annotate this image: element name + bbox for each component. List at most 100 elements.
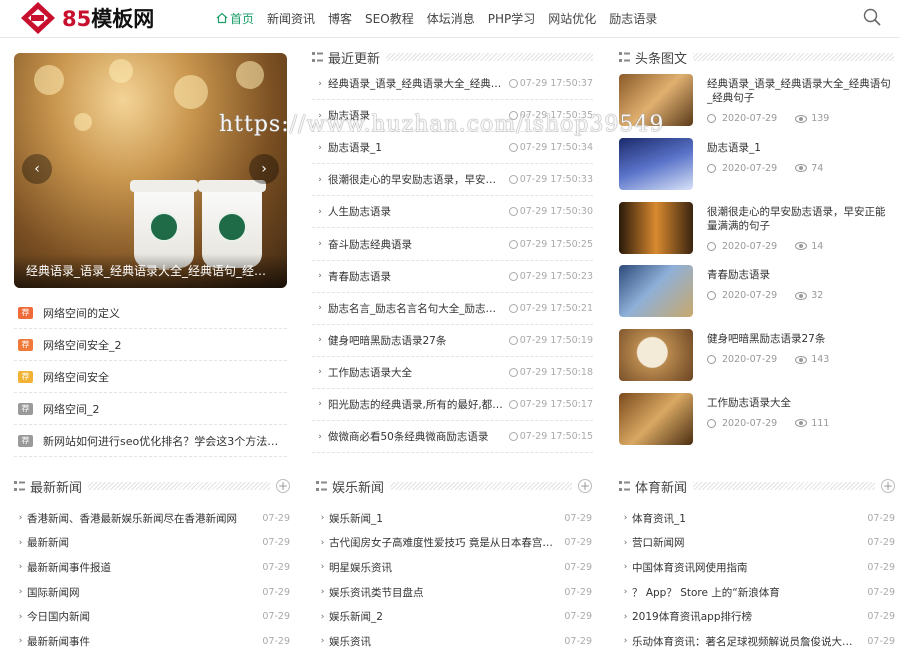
headline-list-item[interactable]: 工作励志语录大全 2020-07-29 111	[619, 392, 894, 457]
news-list-item[interactable]: › 最新新闻 07-29	[14, 531, 290, 556]
latest-list-item[interactable]: › 做微商必看50条经典微商励志语录 07-29 17:50:15	[312, 421, 593, 454]
latest-item-title[interactable]: 做微商必看50条经典微商励志语录	[328, 429, 503, 444]
news-item-title[interactable]: 娱乐新闻_1	[329, 511, 558, 526]
tag-list-item[interactable]: 荐网络空间安全_2	[14, 329, 287, 361]
featured-slider[interactable]: ‹ › 经典语录_语录_经典语录大全_经典语句_经典句子	[14, 53, 287, 288]
latest-list-item[interactable]: › 励志语录 07-29 17:50:35	[312, 100, 593, 133]
article-thumbnail[interactable]	[619, 329, 693, 382]
news-list-item[interactable]: › 今日国内新闻 07-29	[14, 604, 290, 629]
slider-next-button[interactable]: ›	[249, 154, 279, 184]
news-list-item[interactable]: › 营口新闻网 07-29	[619, 531, 895, 556]
more-plus-icon[interactable]: +	[276, 479, 290, 493]
news-list-item[interactable]: › 明星娱乐资讯 07-29	[316, 555, 592, 580]
slider-prev-button[interactable]: ‹	[22, 154, 52, 184]
news-item-title[interactable]: 2019体育资讯app排行榜	[632, 609, 861, 624]
nav-item-7[interactable]: 励志语录	[609, 0, 657, 36]
site-logo[interactable]: 85模板网	[20, 1, 154, 35]
nav-item-2[interactable]: 博客	[328, 0, 352, 36]
latest-list-item[interactable]: › 奋斗励志经典语录 07-29 17:50:25	[312, 228, 593, 261]
news-list-item[interactable]: › 中国体育资讯网使用指南 07-29	[619, 555, 895, 580]
nav-item-3[interactable]: SEO教程	[365, 0, 414, 36]
news-item-title[interactable]: 娱乐新闻_2	[329, 609, 558, 624]
headline-list-item[interactable]: 健身吧暗黑励志语录27条 2020-07-29 143	[619, 329, 894, 393]
headline-item-title[interactable]: 很潮很走心的早安励志语录，早安正能量满满的句子	[707, 205, 894, 233]
news-item-title[interactable]: 香港新闻、香港最新娱乐新闻尽在香港新闻网	[27, 511, 256, 526]
news-list-item[interactable]: › 国际新闻网 07-29	[14, 580, 290, 605]
latest-list-item[interactable]: › 工作励志语录大全 07-29 17:50:18	[312, 357, 593, 389]
news-item-title[interactable]: 乐动体育资讯：著名足球视频解说员詹俊说大话精准预测	[632, 634, 861, 649]
news-item-title[interactable]: 最新新闻事件	[27, 634, 256, 649]
slider-caption[interactable]: 经典语录_语录_经典语录大全_经典语句_经典句子	[14, 254, 287, 288]
news-item-title[interactable]: 最新新闻	[27, 535, 256, 550]
latest-item-title[interactable]: 很潮很走心的早安励志语录，早安正能量满满的句子	[328, 172, 503, 187]
latest-item-title[interactable]: 励志语录_1	[328, 140, 503, 155]
news-list-item[interactable]: › ？ App？ Store 上的“新浪体育 07-29	[619, 580, 895, 605]
latest-item-title[interactable]: 经典语录_语录_经典语录大全_经典语句_经典句子	[328, 76, 503, 91]
tag-list-item-title[interactable]: 网络空间安全	[43, 369, 109, 385]
nav-item-1[interactable]: 新闻资讯	[267, 0, 315, 36]
headline-item-title[interactable]: 青春励志语录	[707, 268, 894, 282]
news-item-title[interactable]: 今日国内新闻	[27, 609, 256, 624]
nav-item-4[interactable]: 体坛消息	[427, 0, 475, 36]
news-list-item[interactable]: › 娱乐资讯 07-29	[316, 629, 592, 654]
article-thumbnail[interactable]	[619, 201, 693, 254]
tag-list-item[interactable]: 荐网络空间_2	[14, 393, 287, 425]
latest-item-title[interactable]: 工作励志语录大全	[328, 365, 503, 380]
latest-list-item[interactable]: › 健身吧暗黑励志语录27条 07-29 17:50:19	[312, 325, 593, 357]
news-item-title[interactable]: 国际新闻网	[27, 585, 256, 600]
headline-list-item[interactable]: 很潮很走心的早安励志语录，早安正能量满满的句子 2020-07-29 14	[619, 201, 894, 266]
more-plus-icon[interactable]: +	[881, 479, 895, 493]
tag-list-item-title[interactable]: 网络空间安全_2	[43, 337, 122, 353]
headline-item-title[interactable]: 健身吧暗黑励志语录27条	[707, 332, 894, 346]
nav-item-6[interactable]: 网站优化	[548, 0, 596, 36]
tag-list-item[interactable]: 荐网络空间安全	[14, 361, 287, 393]
headline-item-title[interactable]: 励志语录_1	[707, 141, 894, 155]
news-list-item[interactable]: › 娱乐资讯类节目盘点 07-29	[316, 580, 592, 605]
latest-item-title[interactable]: 人生励志语录	[328, 204, 503, 219]
tag-list-item-title[interactable]: 新网站如何进行seo优化排名？学会这3个方法就足够了	[43, 433, 287, 449]
headline-list-item[interactable]: 励志语录_1 2020-07-29 74	[619, 137, 894, 202]
news-list-item[interactable]: › 娱乐新闻_2 07-29	[316, 604, 592, 629]
news-list-item[interactable]: › 2019体育资讯app排行榜 07-29	[619, 604, 895, 629]
latest-item-title[interactable]: 青春励志语录	[328, 269, 503, 284]
news-item-title[interactable]: 营口新闻网	[632, 535, 861, 550]
news-item-title[interactable]: 体育资讯_1	[632, 511, 861, 526]
news-item-title[interactable]: 古代闺房女子高难度性爱技巧 竟是从日本春宫图学来的	[329, 535, 558, 550]
news-item-title[interactable]: 娱乐资讯类节目盘点	[329, 585, 558, 600]
latest-item-title[interactable]: 励志语录	[328, 108, 503, 123]
news-list-item[interactable]: › 香港新闻、香港最新娱乐新闻尽在香港新闻网 07-29	[14, 506, 290, 531]
news-list-item[interactable]: › 乐动体育资讯：著名足球视频解说员詹俊说大话精准预测 07-29	[619, 629, 895, 654]
latest-list-item[interactable]: › 阳光励志的经典语录,所有的最好,都不如刚刚好 07-29 17:50:17	[312, 389, 593, 422]
latest-list-item[interactable]: › 励志语录_1 07-29 17:50:34	[312, 132, 593, 165]
more-plus-icon[interactable]: +	[578, 479, 592, 493]
news-item-title[interactable]: ？ App？ Store 上的“新浪体育	[632, 585, 861, 600]
latest-list-item[interactable]: › 经典语录_语录_经典语录大全_经典语句_经典句子 07-29 17:50:37	[312, 68, 593, 101]
tag-list-item-title[interactable]: 网络空间_2	[43, 401, 100, 417]
article-thumbnail[interactable]	[619, 74, 693, 126]
news-list-item[interactable]: › 体育资讯_1 07-29	[619, 506, 895, 531]
nav-item-5[interactable]: PHP学习	[488, 0, 536, 36]
latest-item-title[interactable]: 阳光励志的经典语录,所有的最好,都不如刚刚好	[328, 397, 503, 412]
search-icon[interactable]	[862, 7, 882, 27]
news-list-item[interactable]: › 古代闺房女子高难度性爱技巧 竟是从日本春宫图学来的 07-29	[316, 531, 592, 556]
headline-item-title[interactable]: 经典语录_语录_经典语录大全_经典语句_经典句子	[707, 77, 894, 105]
tag-list-item[interactable]: 荐新网站如何进行seo优化排名？学会这3个方法就足够了	[14, 425, 287, 457]
news-item-title[interactable]: 明星娱乐资讯	[329, 560, 558, 575]
latest-list-item[interactable]: › 很潮很走心的早安励志语录，早安正能量满满的句子 07-29 17:50:33	[312, 164, 593, 197]
latest-list-item[interactable]: › 人生励志语录 07-29 17:50:30	[312, 196, 593, 229]
headline-list-item[interactable]: 经典语录_语录_经典语录大全_经典语句_经典句子 2020-07-29 139	[619, 74, 894, 138]
article-thumbnail[interactable]	[619, 265, 693, 318]
news-item-title[interactable]: 最新新闻事件报道	[27, 560, 256, 575]
latest-list-item[interactable]: › 青春励志语录 07-29 17:50:23	[312, 261, 593, 293]
latest-item-title[interactable]: 励志名言_励志名言名句大全_励志名言警句	[328, 301, 503, 316]
news-item-title[interactable]: 娱乐资讯	[329, 634, 558, 649]
tag-list-item-title[interactable]: 网络空间的定义	[43, 305, 120, 321]
nav-item-0[interactable]: 首页	[216, 0, 254, 36]
news-item-title[interactable]: 中国体育资讯网使用指南	[632, 560, 861, 575]
headline-list-item[interactable]: 青春励志语录 2020-07-29 32	[619, 265, 894, 329]
news-list-item[interactable]: › 最新新闻事件 07-29	[14, 629, 290, 654]
headline-item-title[interactable]: 工作励志语录大全	[707, 396, 894, 410]
tag-list-item[interactable]: 荐网络空间的定义	[14, 297, 287, 329]
article-thumbnail[interactable]	[619, 392, 693, 445]
latest-list-item[interactable]: › 励志名言_励志名言名句大全_励志名言警句 07-29 17:50:21	[312, 293, 593, 325]
